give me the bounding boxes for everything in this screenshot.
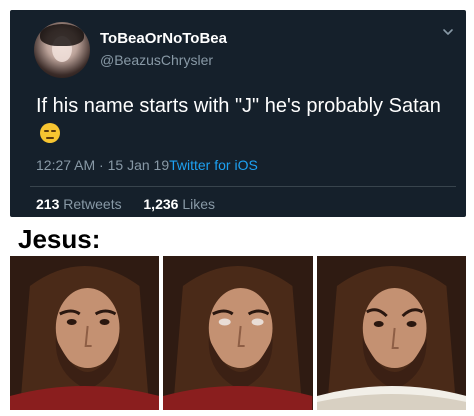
likes-count[interactable]: 1,236 (143, 196, 178, 212)
user-handle[interactable]: @BeazusChrysler (100, 52, 213, 68)
meme-panel-eyes-rolled (163, 256, 313, 410)
jesus-portrait-neutral (10, 256, 160, 410)
chevron-down-icon[interactable] (442, 26, 454, 38)
tweet-text: If his name starts with "J" he's probabl… (36, 92, 456, 148)
meme-panel-sad (316, 256, 466, 410)
meme-caption: Jesus: (18, 224, 101, 254)
jesus-portrait-eyes-rolled (163, 256, 313, 410)
tweet-time: 12:27 AM (36, 157, 96, 173)
tweet-divider (30, 186, 456, 187)
meme-panels (10, 256, 466, 410)
display-name[interactable]: ToBeaOrNoToBea (100, 30, 227, 47)
meta-separator: · (99, 157, 104, 173)
tweet-client-link[interactable]: Twitter for iOS (169, 157, 258, 173)
tweet-date: 15 Jan 19 (107, 157, 170, 173)
retweets-count[interactable]: 213 (36, 196, 59, 212)
profile-avatar[interactable] (34, 22, 90, 78)
unamused-face-icon (40, 123, 60, 143)
tweet-meta: 12:27 AM · 15 Jan 19Twitter for iOS (36, 157, 258, 173)
likes-label[interactable]: Likes (182, 196, 215, 212)
meme-panel-neutral (10, 256, 160, 410)
jesus-portrait-sad (316, 256, 466, 410)
tweet-body: If his name starts with "J" he's probabl… (36, 95, 441, 117)
tweet-stats: 213 Retweets 1,236 Likes (36, 196, 215, 212)
retweets-label[interactable]: Retweets (63, 196, 121, 212)
tweet-card: ToBeaOrNoToBea @BeazusChrysler If his na… (10, 10, 466, 217)
